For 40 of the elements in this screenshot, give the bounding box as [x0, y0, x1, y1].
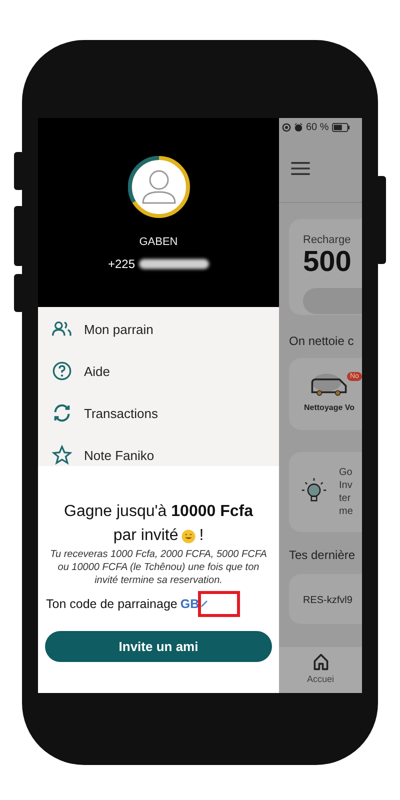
- referral-description: Tu receveras 1000 Fcfa, 2000 FCFA, 5000 FCFA ou 10000 FCFA (le Tchênou) une fois que ton invité termine sa reservation.: [49, 548, 268, 587]
- menu-icon[interactable]: [291, 162, 310, 175]
- referral-code: GB: [180, 597, 200, 611]
- van-icon: [309, 372, 349, 398]
- star-icon: [52, 445, 72, 465]
- exclamation-mark: !: [199, 526, 204, 546]
- phone-prefix: +225: [108, 257, 136, 271]
- referral-title: par invité: [113, 526, 178, 546]
- code-label: Ton code de parrainage: [46, 597, 178, 611]
- user-name: GABEN: [139, 236, 178, 248]
- menu-item[interactable]: Aide: [38, 350, 279, 392]
- home-icon[interactable]: [312, 653, 330, 671]
- tip-text: ter: [339, 492, 352, 505]
- highlight-frame: [198, 591, 240, 617]
- status-icon: [282, 122, 291, 132]
- avatar-icon: [128, 156, 190, 218]
- menu-item[interactable]: Note Faniko: [38, 434, 279, 466]
- battery-percent: 60 %: [306, 122, 329, 132]
- recharge-amount: 500: [303, 246, 352, 279]
- reservation-id: RES-kzfvl9: [303, 595, 352, 606]
- menu-item[interactable]: Transactions: [38, 392, 279, 434]
- section-title: On nettoie c: [289, 334, 355, 348]
- reservation-card[interactable]: RES-kzfvl9: [289, 574, 362, 624]
- pencil-icon[interactable]: [199, 599, 210, 609]
- section-title: Tes dernière: [289, 548, 356, 562]
- recharge-label: Recharge: [303, 234, 352, 246]
- referral-title: Gagne jusqu'à 10000 Fcfa: [64, 502, 253, 522]
- service-label: Nettoyage Vo: [304, 403, 355, 412]
- nav-label[interactable]: Accuei: [306, 674, 334, 684]
- menu-item[interactable]: Mon parrain: [38, 308, 279, 350]
- tip-text: me: [339, 505, 353, 518]
- invite-button[interactable]: Invite un ami: [45, 631, 272, 662]
- blurred-number: [139, 259, 210, 269]
- help-icon: [52, 361, 72, 381]
- tip-text: Go: [339, 466, 353, 479]
- tip-text: Inv: [339, 479, 353, 492]
- alarm-icon: [294, 122, 303, 132]
- smiley-icon: [181, 528, 196, 544]
- battery-icon: [332, 122, 350, 132]
- refresh-icon: [52, 403, 72, 423]
